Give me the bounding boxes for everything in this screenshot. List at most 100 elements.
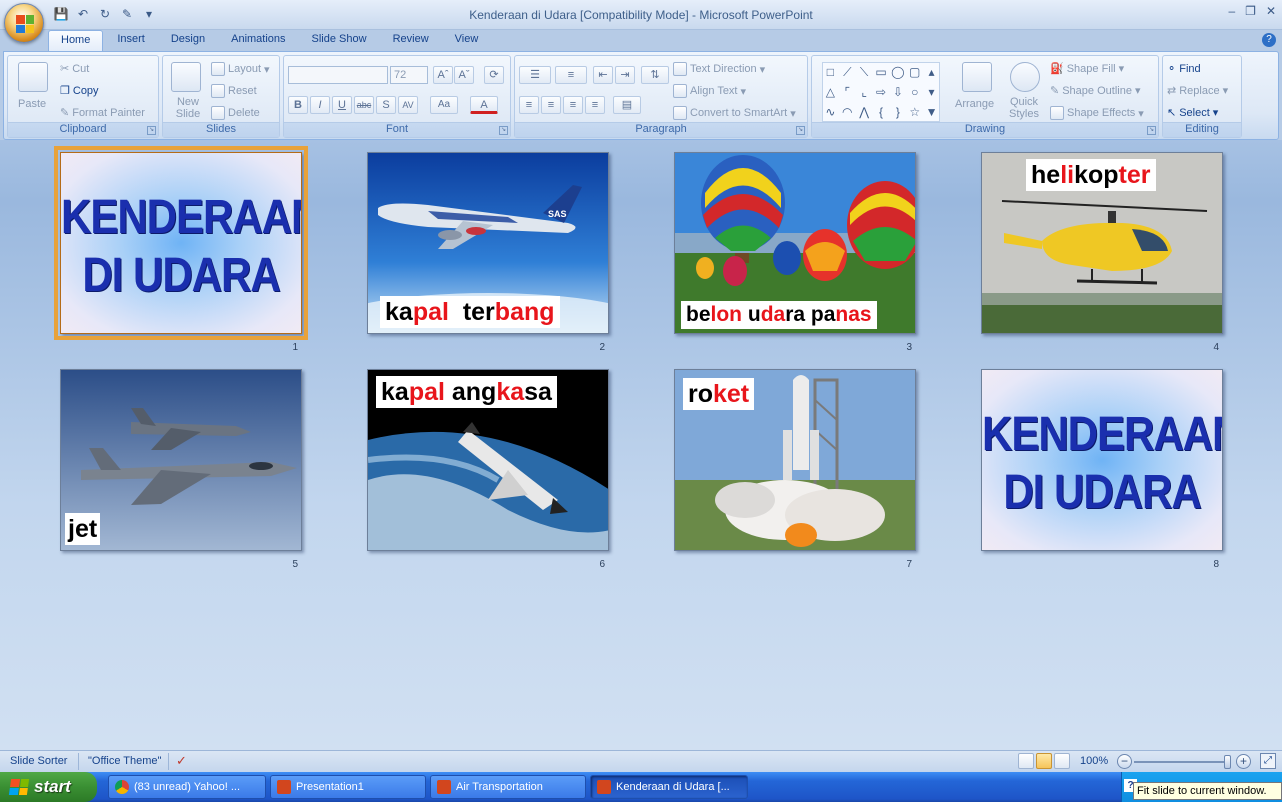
slide-thumbnail[interactable]: roket: [674, 369, 916, 551]
zoom-slider[interactable]: [1134, 761, 1226, 763]
cut-button[interactable]: ✂ Cut: [60, 62, 89, 76]
tab-review[interactable]: Review: [381, 30, 441, 51]
shrink-font-icon[interactable]: Aˇ: [454, 66, 474, 84]
slide-number: 1: [292, 342, 298, 353]
numbering-icon[interactable]: ≡: [555, 66, 587, 84]
slide-title-line1: KENDERAAN: [982, 406, 1223, 461]
minimize-icon[interactable]: –: [1228, 4, 1235, 18]
tab-animations[interactable]: Animations: [219, 30, 297, 51]
restore-icon[interactable]: ❐: [1245, 4, 1256, 18]
font-size-select[interactable]: 72: [390, 66, 428, 84]
caption-syllable: lon: [710, 303, 743, 326]
zoom-slider-handle[interactable]: [1224, 755, 1231, 769]
close-icon[interactable]: ✕: [1266, 4, 1276, 18]
align-right-icon[interactable]: ≡: [563, 96, 583, 114]
layout-button[interactable]: Layout ▾: [211, 62, 270, 76]
caption-syllable: be: [686, 303, 711, 326]
font-color-icon[interactable]: A: [470, 96, 498, 114]
select-button[interactable]: ↖ Select ▾: [1167, 106, 1218, 120]
delete-button[interactable]: Delete: [211, 106, 260, 120]
quick-styles-button[interactable]: Quick Styles: [1006, 96, 1042, 120]
caption-syllable: ka: [496, 378, 525, 406]
format-painter-button[interactable]: ✎ Format Painter: [60, 106, 145, 120]
slide-thumbnail[interactable]: KENDERAAN DI UDARA: [54, 146, 308, 340]
bullets-icon[interactable]: ☰: [519, 66, 551, 84]
zoom-out-icon[interactable]: −: [1117, 754, 1132, 769]
slide-thumbnail[interactable]: KENDERAAN DI UDARA: [981, 369, 1223, 551]
tab-design[interactable]: Design: [159, 30, 217, 51]
paragraph-launcher-icon[interactable]: ↘: [796, 126, 805, 135]
shadow-icon[interactable]: S: [376, 96, 396, 114]
char-spacing-icon[interactable]: AV: [398, 96, 418, 114]
align-text-button[interactable]: Align Text ▾: [673, 84, 746, 98]
caption-syllable: ro: [688, 380, 713, 408]
change-case-icon[interactable]: Aa: [430, 96, 458, 114]
slide-thumbnail[interactable]: SAS kapal terbang: [367, 152, 609, 334]
taskbar-item-air-transportation[interactable]: Air Transportation: [430, 775, 586, 799]
columns-icon[interactable]: ▤: [613, 96, 641, 114]
justify-icon[interactable]: ≡: [585, 96, 605, 114]
taskbar-item-kenderaan[interactable]: Kenderaan di Udara [...: [590, 775, 748, 799]
font-family-select[interactable]: [288, 66, 388, 84]
freeform-shape-icon: ⋀: [859, 105, 870, 119]
tab-insert[interactable]: Insert: [105, 30, 157, 51]
italic-icon[interactable]: I: [310, 96, 330, 114]
tab-home[interactable]: Home: [48, 30, 104, 51]
powerpoint-window: 💾 ↶ ↻ ✎ ▾ Kenderaan di Udara [Compatibil…: [0, 0, 1282, 802]
start-button[interactable]: start: [0, 772, 97, 802]
spell-check-icon[interactable]: ✓: [176, 753, 187, 769]
font-launcher-icon[interactable]: ↘: [499, 126, 508, 135]
increase-indent-icon[interactable]: ⇥: [615, 66, 635, 84]
office-button[interactable]: [4, 3, 44, 43]
caption-syllable: ter: [448, 298, 495, 326]
clear-formatting-icon[interactable]: ⟳: [484, 66, 504, 84]
bold-icon[interactable]: B: [288, 96, 308, 114]
paste-button[interactable]: Paste: [18, 98, 46, 110]
shapes-gallery[interactable]: □ ⟋ ⟍ ▭ ◯ ▢ ▴ △ ⌜ ⌞ ⇨ ⇩ ○ ▾ ∿ ◠ ⋀ {} ☆ ▼: [822, 62, 940, 122]
slide-thumbnail[interactable]: jet: [60, 369, 302, 551]
new-slide-button[interactable]: New Slide: [173, 96, 203, 120]
shape-outline-button[interactable]: ✎ Shape Outline ▾: [1050, 84, 1140, 98]
line-spacing-icon[interactable]: ⇅: [641, 66, 669, 84]
strikethrough-icon[interactable]: abc: [354, 96, 374, 114]
underline-icon[interactable]: U: [332, 96, 352, 114]
help-icon[interactable]: ?: [1262, 33, 1276, 47]
copy-label: Copy: [72, 84, 99, 97]
find-button[interactable]: ⚬ Find: [1167, 62, 1201, 76]
text-direction-button[interactable]: Text Direction ▾: [673, 62, 765, 76]
zoom-in-icon[interactable]: +: [1236, 754, 1251, 769]
reset-button[interactable]: Reset: [211, 84, 257, 98]
shape-effects-button[interactable]: Shape Effects ▾: [1050, 106, 1144, 120]
slide-thumbnail[interactable]: kapal angkasa: [367, 369, 609, 551]
drawing-launcher-icon[interactable]: ↘: [1147, 126, 1156, 135]
slide-thumbnail[interactable]: helikopter: [981, 152, 1223, 334]
shape-fill-button[interactable]: ⛽ Shape Fill ▾: [1050, 62, 1124, 76]
arrange-button[interactable]: Arrange: [955, 98, 994, 110]
convert-smartart-button[interactable]: Convert to SmartArt ▾: [673, 106, 796, 120]
grow-font-icon[interactable]: Aˆ: [433, 66, 453, 84]
fit-to-window-icon[interactable]: ⤢: [1260, 753, 1276, 769]
zoom-level[interactable]: 100%: [1080, 755, 1108, 767]
replace-button[interactable]: ⇄ Replace ▾: [1167, 84, 1228, 98]
tab-slide-show[interactable]: Slide Show: [300, 30, 379, 51]
align-left-icon[interactable]: ≡: [519, 96, 539, 114]
align-center-icon[interactable]: ≡: [541, 96, 561, 114]
clipboard-launcher-icon[interactable]: ↘: [147, 126, 156, 135]
taskbar-item-presentation1[interactable]: Presentation1: [270, 775, 426, 799]
tab-view[interactable]: View: [443, 30, 491, 51]
shape-fill-label: Shape Fill: [1066, 62, 1116, 75]
taskbar-item-yahoo[interactable]: (83 unread) Yahoo! ...: [108, 775, 266, 799]
slide-title-line2: DI UDARA: [1003, 464, 1201, 519]
normal-view-icon[interactable]: [1018, 753, 1034, 769]
slide-sorter-view-icon[interactable]: [1036, 753, 1052, 769]
copy-button[interactable]: ❐ Copy: [60, 84, 99, 98]
decrease-indent-icon[interactable]: ⇤: [593, 66, 613, 84]
oval-shape-icon: ◯: [891, 65, 905, 79]
shape-effects-icon: [1050, 106, 1064, 120]
star-shape-icon: ☆: [909, 105, 921, 119]
window-title: Kenderaan di Udara [Compatibility Mode] …: [469, 8, 813, 22]
slide-number: 5: [292, 559, 298, 570]
slide-thumbnail[interactable]: belon udara panas: [674, 152, 916, 334]
tooltip: Fit slide to current window.: [1133, 782, 1282, 800]
slideshow-view-icon[interactable]: [1054, 753, 1070, 769]
